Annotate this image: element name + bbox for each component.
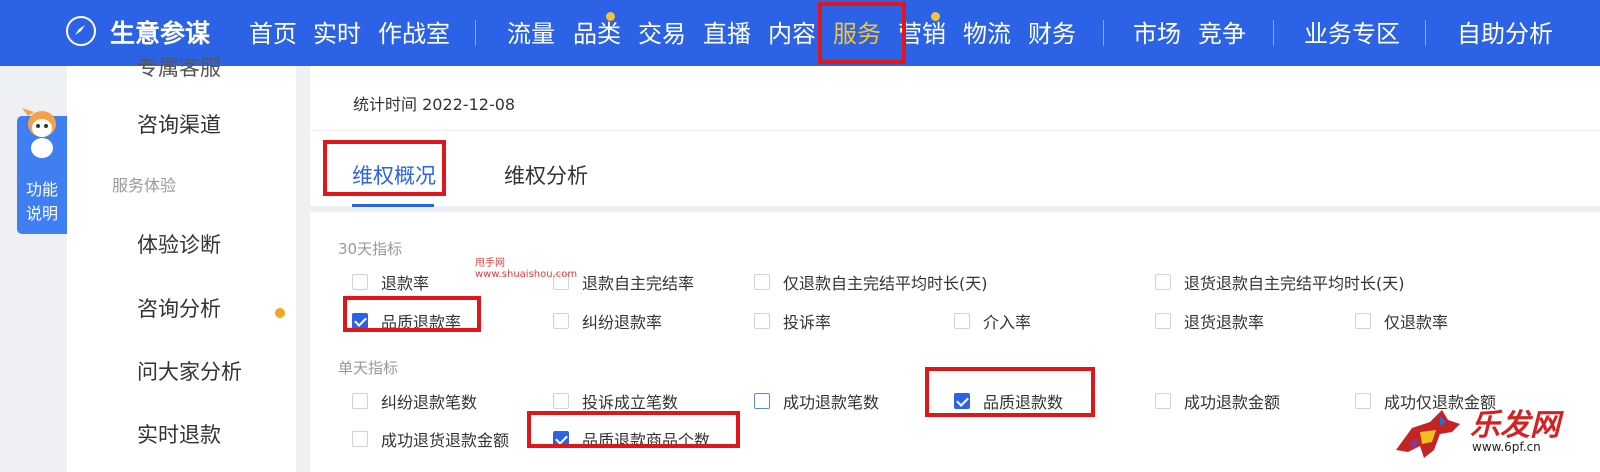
metric-label: 仅退款自主完结平均时长(天)	[783, 274, 988, 293]
metric-label: 退款率	[381, 274, 430, 293]
metric-label: 品质退款率	[381, 313, 462, 332]
metric-complaint-count[interactable]: 投诉成立笔数	[553, 389, 678, 413]
metric-label: 仅退款率	[1384, 313, 1449, 332]
metric-dispute-refund-rate[interactable]: 纠纷退款率	[553, 309, 662, 333]
watermark-url: www.shuaishou.com	[475, 269, 578, 280]
feature-guide-button[interactable]: 功能说明	[17, 108, 67, 234]
checkbox[interactable]	[954, 313, 970, 329]
checkbox-checked[interactable]	[553, 431, 569, 447]
nav-marketing-dot	[931, 12, 940, 21]
nav-competition[interactable]: 竞争	[1198, 14, 1246, 49]
metric-label: 成功退款金额	[1184, 393, 1281, 412]
checkbox[interactable]	[754, 393, 770, 409]
metric-quality-refund-item-count[interactable]: 品质退款商品个数	[553, 427, 710, 451]
brand-name[interactable]: 生意参谋	[110, 14, 210, 50]
checkbox[interactable]	[1355, 313, 1371, 329]
nav-trade[interactable]: 交易	[638, 14, 686, 49]
metric-label: 品质退款商品个数	[582, 431, 711, 450]
header-divider	[310, 130, 1600, 131]
checkbox-checked[interactable]	[352, 313, 368, 329]
nav-finance[interactable]: 财务	[1028, 14, 1076, 49]
top-nav-bar: 生意参谋 首页 实时 作战室 流量 品类 交易 直播 内容 服务 营销 物流 财…	[0, 0, 1600, 66]
metric-return-refund-avg-time[interactable]: 退货退款自主完结平均时长(天)	[1155, 270, 1405, 294]
tab-dispute-overview[interactable]: 维权概况	[352, 160, 436, 190]
watermark-text: 甩手网	[475, 258, 505, 269]
metric-dispute-refund-count[interactable]: 纠纷退款笔数	[352, 389, 477, 413]
nav-traffic[interactable]: 流量	[507, 14, 555, 49]
metric-label: 退货退款率	[1184, 313, 1265, 332]
sidebar-notify-dot	[275, 308, 285, 318]
metric-success-return-refund-amount[interactable]: 成功退货退款金额	[352, 427, 509, 451]
page-header: 统计时间 2022-12-08 维权概况 维权分析	[310, 66, 1600, 207]
checkbox[interactable]	[352, 274, 368, 290]
checkbox[interactable]	[754, 313, 770, 329]
mascot-icon	[22, 108, 56, 158]
metric-label: 退货退款自主完结平均时长(天)	[1184, 274, 1405, 293]
nav-content[interactable]: 内容	[768, 14, 816, 49]
checkbox[interactable]	[1155, 313, 1171, 329]
feature-guide-label: 功能说明	[25, 180, 58, 223]
checkbox[interactable]	[352, 431, 368, 447]
checkbox[interactable]	[1355, 393, 1371, 409]
checkbox[interactable]	[1155, 274, 1171, 290]
checkbox[interactable]	[352, 393, 368, 409]
metric-refund-only-avg-time[interactable]: 仅退款自主完结平均时长(天)	[754, 270, 988, 294]
horse-logo-icon	[1396, 410, 1460, 458]
metric-success-refund-amount[interactable]: 成功退款金额	[1155, 389, 1280, 413]
metric-label: 纠纷退款笔数	[381, 393, 478, 412]
nav-divider	[1273, 20, 1274, 46]
checkbox[interactable]	[553, 313, 569, 329]
metric-quality-refund-count[interactable]: 品质退款数	[954, 389, 1063, 413]
metric-refund-only-rate[interactable]: 仅退款率	[1355, 309, 1448, 333]
metric-label: 成功退款笔数	[783, 393, 880, 412]
nav-self-analysis[interactable]: 自助分析	[1457, 14, 1553, 49]
metric-label: 投诉率	[783, 313, 832, 332]
checkbox[interactable]	[1155, 393, 1171, 409]
metric-intervention-rate[interactable]: 介入率	[954, 309, 1031, 333]
nav-category-dot	[606, 12, 615, 21]
sidebar: 专属客服 咨询渠道 服务体验 体验诊断 咨询分析 问大家分析 实时退款	[67, 56, 296, 472]
metric-label: 投诉成立笔数	[582, 393, 679, 412]
nav-home[interactable]: 首页	[249, 14, 297, 49]
tab-dispute-analysis[interactable]: 维权分析	[504, 160, 588, 190]
nav-realtime[interactable]: 实时	[313, 14, 361, 49]
corner-logo-url: www.6pf.cn	[1472, 440, 1541, 454]
sidebar-item-qa-analysis[interactable]: 问大家分析	[137, 356, 242, 386]
nav-market[interactable]: 市场	[1133, 14, 1181, 49]
group-title-single-day: 单天指标	[338, 359, 399, 377]
metric-refund-rate[interactable]: 退款率	[352, 270, 429, 294]
sidebar-item-consult-channel[interactable]: 咨询渠道	[137, 109, 221, 139]
sidebar-item-realtime-refund[interactable]: 实时退款	[137, 419, 221, 449]
corner-logo-name: 乐发网	[1470, 408, 1560, 443]
nav-live[interactable]: 直播	[703, 14, 751, 49]
group-title-30day: 30天指标	[338, 240, 403, 258]
checkbox[interactable]	[553, 393, 569, 409]
active-tab-underline	[352, 204, 434, 207]
nav-divider	[1425, 20, 1426, 46]
sidebar-item-exclusive-service[interactable]: 专属客服	[137, 52, 221, 82]
sidebar-item-experience-diagnosis[interactable]: 体验诊断	[137, 229, 221, 259]
checkbox[interactable]	[754, 274, 770, 290]
metric-quality-refund-rate[interactable]: 品质退款率	[352, 309, 461, 333]
nav-business-zone[interactable]: 业务专区	[1304, 14, 1400, 49]
nav-divider	[1103, 20, 1104, 46]
metric-label: 成功退货退款金额	[381, 431, 510, 450]
checkbox-checked[interactable]	[954, 393, 970, 409]
sidebar-group-service-experience: 服务体验	[112, 176, 177, 195]
nav-war-room[interactable]: 作战室	[378, 14, 450, 49]
metric-success-refund-count[interactable]: 成功退款笔数	[754, 389, 879, 413]
corner-logo: 乐发网 www.6pf.cn	[1390, 396, 1600, 472]
compass-icon	[66, 16, 96, 46]
metric-return-refund-rate[interactable]: 退货退款率	[1155, 309, 1264, 333]
metric-label: 纠纷退款率	[582, 313, 663, 332]
stat-time: 统计时间 2022-12-08	[353, 95, 516, 114]
nav-service[interactable]: 服务	[833, 14, 881, 49]
metric-label: 介入率	[983, 313, 1032, 332]
nav-divider	[475, 20, 476, 46]
metric-label: 退款自主完结率	[582, 274, 695, 293]
nav-logistics[interactable]: 物流	[963, 14, 1011, 49]
metric-label: 品质退款数	[983, 393, 1064, 412]
sidebar-item-consult-analysis[interactable]: 咨询分析	[137, 293, 221, 323]
metric-complaint-rate[interactable]: 投诉率	[754, 309, 831, 333]
